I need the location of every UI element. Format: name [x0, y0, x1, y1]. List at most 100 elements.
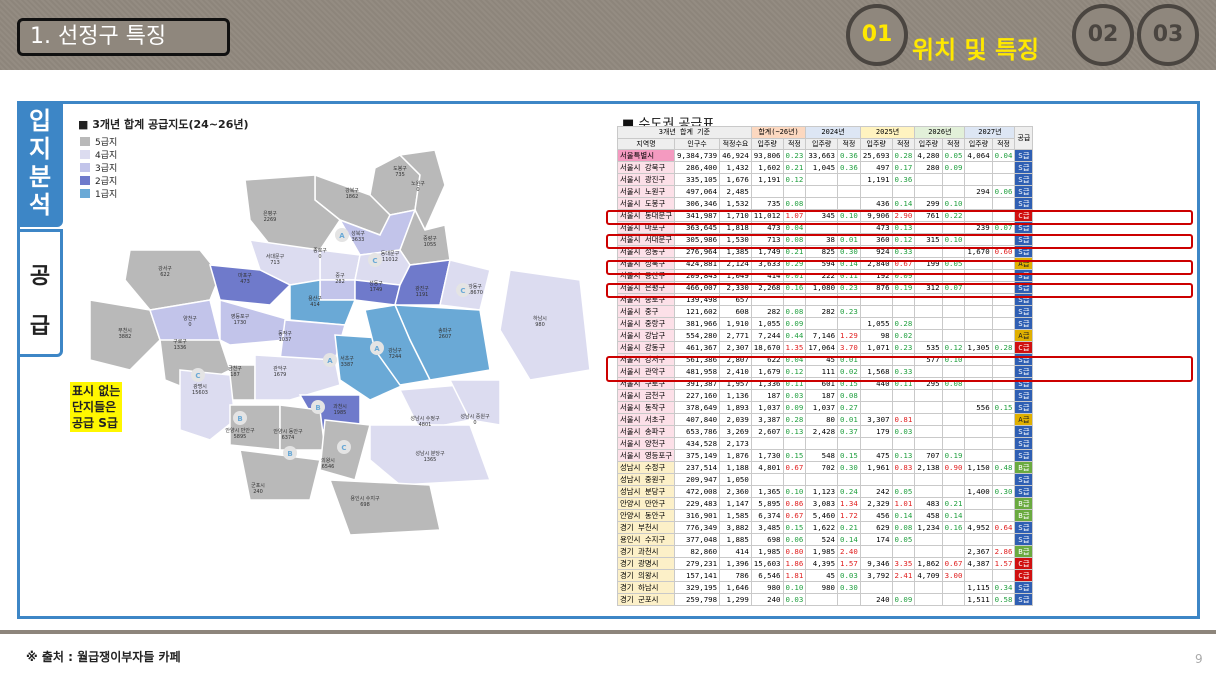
table-cell	[782, 185, 807, 199]
table-cell: 259,798	[674, 593, 721, 607]
table-cell	[805, 437, 839, 451]
table-cell: A급	[1014, 329, 1034, 343]
table-cell	[941, 317, 966, 331]
table-cell: 1.01	[891, 497, 916, 511]
table-cell: 46,924	[719, 149, 752, 163]
table-cell: 0.30	[991, 485, 1016, 499]
map-label: 부천시	[118, 327, 132, 334]
highlight-gangseo-gwanak	[606, 356, 1193, 382]
table-cell: 702	[805, 461, 839, 475]
table-cell	[837, 437, 861, 451]
table-cell: 2,138	[914, 461, 943, 475]
table-cell	[991, 425, 1016, 439]
table-cell	[914, 425, 943, 439]
table-cell: 0.28	[782, 413, 807, 427]
table-cell	[805, 473, 839, 487]
table-row: 서울시 서초구 407,840 2,039 3,387 0.28 80 0.01 3,307 0…	[616, 413, 1034, 427]
table-cell	[991, 437, 1016, 451]
table-cell: 3,269	[719, 425, 752, 439]
table-cell	[914, 317, 943, 331]
table-cell	[991, 569, 1016, 583]
table-cell: B급	[1014, 497, 1034, 511]
table-cell: 0.28	[891, 149, 916, 163]
table-cell: 1.35	[782, 341, 807, 355]
map-value: 1336	[174, 345, 187, 351]
slide-title: 1. 선정구 특징	[17, 18, 230, 56]
table-cell: 0.23	[891, 341, 916, 355]
table-cell: 7,244	[750, 329, 784, 343]
table-cell: S급	[1014, 389, 1034, 403]
step-03-circle[interactable]: 03	[1137, 4, 1199, 66]
table-cell	[941, 305, 966, 319]
table-cell: 472,008	[674, 485, 721, 499]
table-cell: 556	[964, 401, 993, 415]
map-label: 금천구	[228, 365, 242, 372]
map-value: 414	[310, 302, 320, 308]
table-cell: 93,806	[750, 149, 784, 163]
map-value: 1730	[234, 320, 247, 326]
table-cell	[941, 389, 966, 403]
tab-location-analysis[interactable]: 입 지 분 석	[17, 101, 63, 227]
table-cell: 17,064	[805, 341, 839, 355]
table-cell: 1,910	[719, 317, 752, 331]
table-row: 용인시 수지구 377,048 1,885 698 0.06 524 0.14 174 0.05…	[616, 533, 1034, 547]
map-label: 동작구	[278, 330, 292, 337]
table-cell	[750, 437, 784, 451]
table-cell: 0.67	[782, 509, 807, 523]
map-value: 15603	[192, 390, 208, 396]
table-cell: 0.15	[782, 521, 807, 535]
table-cell: 2.40	[837, 545, 861, 559]
table-header: 2027년	[964, 126, 1016, 139]
table-cell: 경기 하남시	[616, 581, 676, 595]
table-cell: 성남시 분당구	[616, 485, 676, 499]
table-cell: S급	[1014, 473, 1034, 487]
table-cell: 0.28	[991, 341, 1016, 355]
table-cell: 안양시 만안구	[616, 497, 676, 511]
table-cell: 2,771	[719, 329, 752, 343]
table-cell: 4,952	[964, 521, 993, 535]
table-cell: 1,305	[964, 341, 993, 355]
table-cell: 1,985	[750, 545, 784, 559]
table-cell: 1.34	[837, 497, 861, 511]
table-cell	[991, 173, 1016, 187]
tab-supply[interactable]: 공 급	[17, 229, 63, 357]
step-01-circle[interactable]: 01	[846, 4, 908, 66]
table-cell: 7,146	[805, 329, 839, 343]
map-value: 622	[160, 272, 170, 278]
table-subheader: 적정	[782, 137, 807, 151]
table-cell: 282	[750, 305, 784, 319]
table-cell: S급	[1014, 317, 1034, 331]
table-cell: 성남시 수정구	[616, 461, 676, 475]
table-row: 서울특별시 9,384,739 46,924 93,806 0.23 33,663 0.36…	[616, 149, 1034, 163]
table-cell: 1,037	[805, 401, 839, 415]
table-cell: 1.57	[837, 557, 861, 571]
table-cell	[859, 437, 893, 451]
table-cell: 80	[805, 413, 839, 427]
table-cell: 18,670	[750, 341, 784, 355]
step-02-circle[interactable]: 02	[1072, 4, 1134, 66]
table-cell: 0.06	[782, 533, 807, 547]
table-cell: S급	[1014, 449, 1034, 463]
table-cell: 0.10	[782, 581, 807, 595]
table-cell: 성남시 중원구	[616, 473, 676, 487]
table-cell: 280	[914, 161, 943, 175]
table-cell	[837, 197, 861, 211]
table-cell: S급	[1014, 401, 1034, 415]
map-value: 3633	[352, 237, 365, 243]
table-cell: S급	[1014, 425, 1034, 439]
table-cell: 5,460	[805, 509, 839, 523]
table-cell: B급	[1014, 545, 1034, 559]
table-row: 서울시 강남구 554,280 2,771 7,244 0.44 7,146 1.29 98 0…	[616, 329, 1034, 343]
table-cell	[991, 509, 1016, 523]
table-cell: 4,709	[914, 569, 943, 583]
map-label: 강서구	[158, 265, 172, 272]
table-cell	[991, 197, 1016, 211]
table-cell: 33,663	[805, 149, 839, 163]
table-cell: 0.09	[782, 317, 807, 331]
tab-char: 지	[28, 135, 52, 163]
table-cell: 0.81	[891, 413, 916, 427]
table-cell: 서울시 송파구	[616, 425, 676, 439]
table-cell: 서울시 강남구	[616, 329, 676, 343]
table-cell	[805, 317, 839, 331]
table-cell: 0.21	[782, 161, 807, 175]
